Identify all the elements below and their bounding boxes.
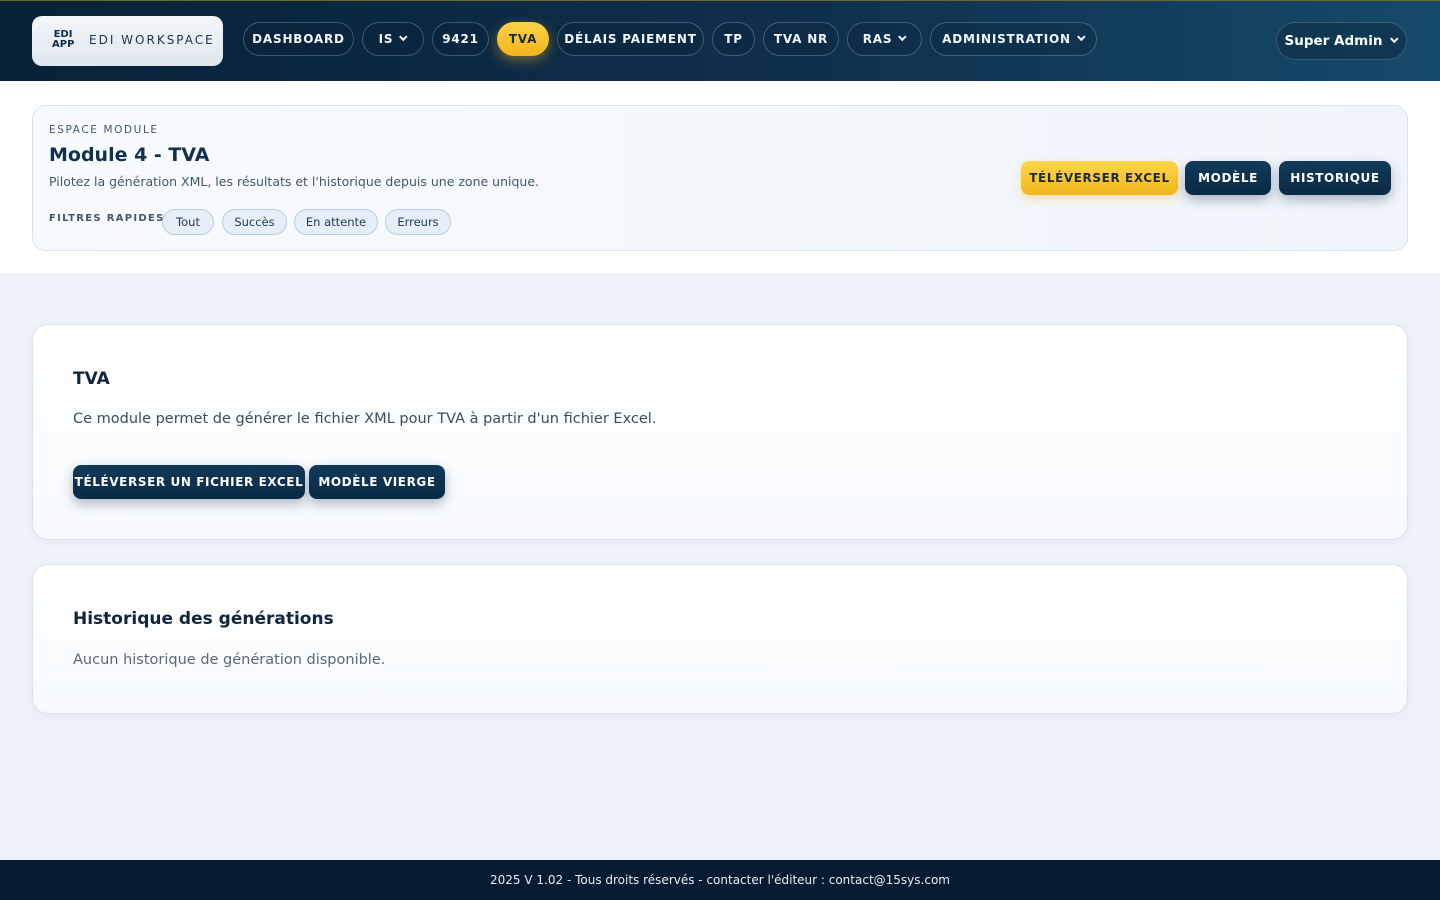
nav-dashboard[interactable]: DASHBOARD [243, 22, 354, 56]
chevron-down-icon [399, 32, 408, 42]
upload-excel-file-button[interactable]: TÉLÉVERSER UN FICHIER EXCEL [73, 465, 305, 499]
top-navigation-bar: EDI APP EDI WORKSPACE DASHBOARD IS 9421 … [0, 0, 1440, 81]
module-eyebrow: ESPACE MODULE [49, 124, 159, 136]
page-title: Module 4 - TVA [49, 144, 210, 166]
nav-dashboard-label: DASHBOARD [252, 32, 345, 46]
app-logo: EDI APP [52, 30, 74, 50]
history-button[interactable]: HISTORIQUE [1279, 161, 1391, 195]
nav-ras-dropdown[interactable]: RAS [847, 22, 922, 56]
user-name: Super Admin [1284, 33, 1383, 49]
template-button[interactable]: MODÈLE [1185, 161, 1271, 195]
filter-chip-success[interactable]: Succès [222, 209, 287, 235]
tva-card-description: Ce module permet de générer le fichier X… [73, 411, 657, 427]
nav-administration-dropdown[interactable]: ADMINISTRATION [930, 22, 1097, 56]
quick-filters-label: FILTRES RAPIDES [49, 213, 165, 224]
module-description: Pilotez la génération XML, les résultats… [49, 174, 540, 189]
nav-tva-label: TVA [508, 32, 538, 46]
brand-home-link[interactable]: EDI APP EDI WORKSPACE [32, 16, 223, 66]
logo-line-2: APP [52, 39, 75, 50]
nav-is-label: IS [378, 32, 394, 46]
user-menu-dropdown[interactable]: Super Admin [1276, 22, 1407, 60]
history-empty-message: Aucun historique de génération disponibl… [73, 652, 386, 668]
chevron-down-icon [898, 32, 907, 42]
nav-administration-label: ADMINISTRATION [942, 32, 1071, 46]
generation-history-card: Historique des générations Aucun histori… [32, 564, 1408, 714]
history-card-title: Historique des générations [73, 609, 334, 629]
nav-delais-paiement[interactable]: DÉLAIS PAIEMENT [557, 22, 704, 56]
tva-card-title: TVA [73, 369, 110, 389]
nav-delais-paiement-label: DÉLAIS PAIEMENT [564, 32, 697, 46]
filter-chip-pending[interactable]: En attente [294, 209, 378, 235]
nav-tva-nr[interactable]: TVA NR [763, 22, 839, 56]
nav-is-dropdown[interactable]: IS [362, 22, 424, 56]
chevron-down-icon [1076, 32, 1086, 42]
filter-chip-errors[interactable]: Erreurs [385, 209, 451, 235]
filter-chip-all[interactable]: Tout [162, 209, 214, 235]
brand-name: EDI WORKSPACE [89, 33, 215, 47]
blank-template-button[interactable]: MODÈLE VIERGE [309, 465, 445, 499]
nav-tp[interactable]: TP [712, 22, 755, 56]
tva-module-card: TVA Ce module permet de générer le fichi… [32, 324, 1408, 540]
nav-9421-label: 9421 [442, 32, 479, 46]
nav-tp-label: TP [724, 32, 743, 46]
nav-tva-nr-label: TVA NR [773, 32, 829, 46]
nav-tva-active[interactable]: TVA [497, 22, 549, 56]
module-header-card: ESPACE MODULE Module 4 - TVA Pilotez la … [32, 105, 1408, 251]
upload-excel-button[interactable]: TÉLÉVERSER EXCEL [1021, 161, 1178, 195]
footer-text: 2025 V 1.02 - Tous droits réservés - con… [490, 873, 950, 887]
nav-9421[interactable]: 9421 [432, 22, 489, 56]
footer: 2025 V 1.02 - Tous droits réservés - con… [0, 860, 1440, 900]
nav-ras-label: RAS [862, 32, 893, 46]
chevron-down-icon [1390, 34, 1400, 44]
